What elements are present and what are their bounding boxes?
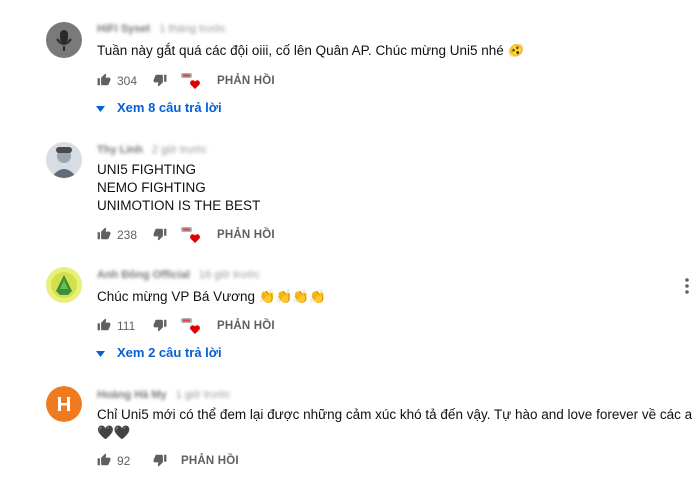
author-line: Hoàng Hà My 1 giờ trước bbox=[97, 389, 231, 401]
dislike-icon[interactable] bbox=[153, 227, 167, 244]
creator-heart-icon bbox=[181, 317, 203, 335]
comment-text: Chỉ Uni5 mới có thể đem lại được những c… bbox=[97, 406, 692, 442]
comment-actions: 238 PHẢN HỒI bbox=[97, 226, 275, 244]
avatar[interactable] bbox=[46, 142, 82, 178]
comment-line: NEMO FIGHTING bbox=[97, 180, 206, 195]
more-actions-icon[interactable] bbox=[684, 277, 690, 300]
author-name[interactable]: Anh Đông Official bbox=[97, 269, 190, 281]
comment-actions: 92 PHẢN HỒI bbox=[97, 452, 239, 470]
comment-line: UNI5 FIGHTING bbox=[97, 162, 197, 177]
like-count: 92 bbox=[117, 454, 131, 468]
comment-text: UNI5 FIGHTING NEMO FIGHTING UNIMOTION IS… bbox=[97, 161, 260, 215]
comment-line: UNIMOTION IS THE BEST bbox=[97, 198, 261, 213]
microphone-avatar-icon bbox=[46, 22, 82, 58]
creator-heart-icon bbox=[181, 226, 203, 244]
comment-actions: 304 PHẢN HỒI bbox=[97, 72, 275, 90]
user-photo-avatar-icon bbox=[46, 142, 82, 178]
like-icon[interactable] bbox=[97, 73, 111, 90]
reply-button[interactable]: PHẢN HỒI bbox=[217, 229, 275, 241]
like-count: 111 bbox=[117, 319, 136, 333]
comment-line: Chúc mừng VP Bá Vương 👏👏👏👏 bbox=[97, 289, 326, 304]
view-replies-button[interactable]: Xem 8 câu trả lời bbox=[96, 100, 222, 115]
comment-actions: 111 PHẢN HỒI bbox=[97, 317, 275, 335]
author-name[interactable]: Hoàng Hà My bbox=[97, 389, 167, 401]
author-line: Thy Linh 2 giờ trước bbox=[97, 144, 207, 156]
comment-line: Chỉ Uni5 mới có thể đem lại được những c… bbox=[97, 407, 693, 422]
view-replies-label: Xem 2 câu trả lời bbox=[117, 345, 222, 360]
reply-button[interactable]: PHẢN HỒI bbox=[181, 455, 239, 467]
comment-text: Chúc mừng VP Bá Vương 👏👏👏👏 bbox=[97, 288, 326, 306]
comment-line: 🖤🖤 bbox=[97, 425, 131, 440]
comment-line: Tuần này gắt quá các đội oiii, cố lên Qu… bbox=[97, 43, 525, 58]
like-count: 304 bbox=[117, 74, 138, 88]
view-replies-button[interactable]: Xem 2 câu trả lời bbox=[96, 345, 222, 360]
author-line: HiFi Syset 1 tháng trước bbox=[97, 23, 226, 35]
like-icon[interactable] bbox=[97, 453, 111, 470]
reply-button[interactable]: PHẢN HỒI bbox=[217, 320, 275, 332]
author-name[interactable]: HiFi Syset bbox=[97, 23, 150, 35]
timestamp[interactable]: 1 tháng trước bbox=[159, 23, 226, 35]
avatar[interactable] bbox=[46, 386, 82, 422]
caret-down-icon bbox=[96, 345, 105, 360]
view-replies-label: Xem 8 câu trả lời bbox=[117, 100, 222, 115]
timestamp[interactable]: 16 giờ trước bbox=[199, 269, 260, 281]
author-line: Anh Đông Official 16 giờ trước bbox=[97, 269, 260, 281]
timestamp[interactable]: 2 giờ trước bbox=[152, 144, 207, 156]
comment-text: Tuần này gắt quá các đội oiii, cố lên Qu… bbox=[97, 42, 524, 60]
logo-avatar-icon bbox=[46, 267, 82, 303]
dislike-icon[interactable] bbox=[153, 73, 167, 90]
like-icon[interactable] bbox=[97, 227, 111, 244]
letter-avatar-icon bbox=[46, 386, 82, 422]
avatar[interactable] bbox=[46, 22, 82, 58]
reply-button[interactable]: PHẢN HỒI bbox=[217, 75, 275, 87]
timestamp[interactable]: 1 giờ trước bbox=[176, 389, 231, 401]
avatar[interactable] bbox=[46, 267, 82, 303]
like-count: 238 bbox=[117, 228, 138, 242]
like-icon[interactable] bbox=[97, 318, 111, 335]
dislike-icon[interactable] bbox=[153, 318, 167, 335]
caret-down-icon bbox=[96, 100, 105, 115]
dislike-icon[interactable] bbox=[153, 453, 167, 470]
creator-heart-icon bbox=[181, 72, 203, 90]
author-name[interactable]: Thy Linh bbox=[97, 144, 143, 156]
